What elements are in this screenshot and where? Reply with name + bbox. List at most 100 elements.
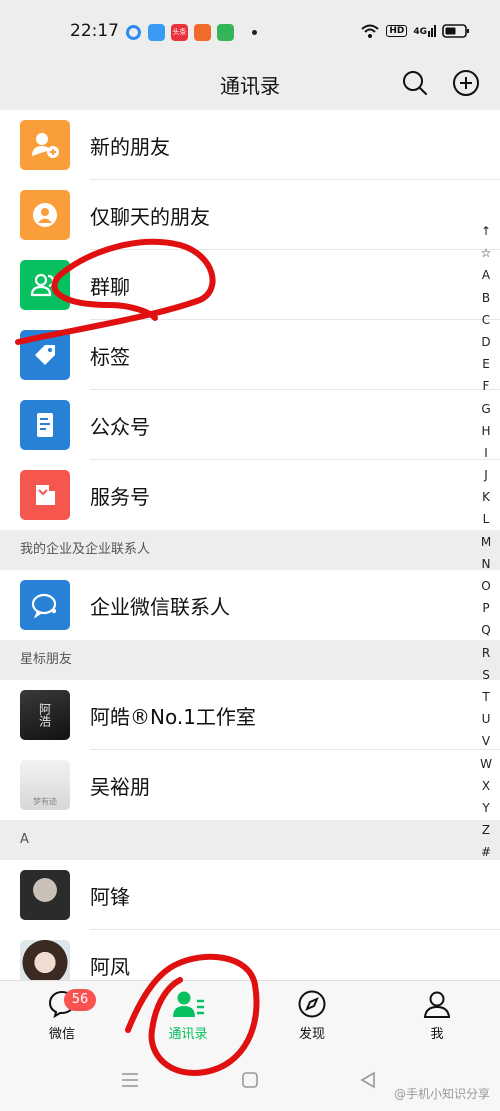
index-letter[interactable]: Z (482, 819, 490, 841)
index-letter[interactable]: ☆ (481, 242, 492, 264)
tab-discover[interactable]: 发现 (272, 989, 352, 1042)
index-letter[interactable]: J (484, 464, 488, 486)
index-letter[interactable]: O (481, 575, 490, 597)
contacts-icon (173, 991, 204, 1017)
back-icon[interactable] (358, 1070, 378, 1090)
index-letter[interactable]: H (481, 420, 490, 442)
index-letter[interactable]: X (482, 775, 490, 797)
service-account-icon (20, 470, 70, 520)
index-letter[interactable]: M (481, 531, 491, 553)
status-time: 22:17 (70, 21, 119, 41)
watermark: @手机小知识分享 (393, 1087, 490, 1101)
avatar (20, 940, 70, 980)
message-app-icon (217, 23, 234, 41)
notification-icons: 头条 (125, 22, 257, 42)
avatar-text: 梦有迹 (33, 797, 57, 806)
index-letter[interactable]: Y (482, 797, 489, 819)
alphabet-index[interactable]: ↑ ☆ A B C D E F G H I J K L M N O P Q R S T U V W X Y Z # (478, 220, 494, 863)
official-account-icon (20, 400, 70, 450)
index-letter[interactable]: B (482, 287, 490, 309)
chat-only-friends-label: 仅聊天的朋友 (90, 205, 210, 229)
index-letter[interactable]: P (482, 597, 489, 619)
compass-icon (298, 990, 326, 1018)
index-letter[interactable]: C (482, 309, 490, 331)
service-accounts-label: 服务号 (90, 485, 150, 509)
add-icon[interactable] (451, 68, 481, 98)
contact-row[interactable]: 阿凤 (0, 930, 500, 980)
tab-contacts[interactable]: 通讯录 (148, 989, 228, 1042)
index-letter[interactable]: L (483, 508, 490, 530)
tab-label: 微信 (48, 1027, 75, 1042)
index-letter[interactable]: A (482, 264, 490, 286)
index-letter[interactable]: K (482, 486, 490, 508)
tab-me[interactable]: 我 (397, 989, 477, 1042)
contact-list[interactable]: 新的朋友 仅聊天的朋友 群聊 标签 公众号 服务号 我的企业及企业联系人 企业微… (0, 110, 500, 980)
wecom-contacts-label: 企业微信联系人 (90, 595, 230, 619)
index-letter[interactable]: I (484, 442, 488, 464)
index-letter[interactable]: E (482, 353, 490, 375)
index-letter[interactable]: V (482, 730, 490, 752)
index-letter[interactable]: T (482, 686, 489, 708)
wecom-icon (20, 580, 70, 630)
avatar (20, 870, 70, 920)
chat-only-friends-item[interactable]: 仅聊天的朋友 (0, 180, 500, 250)
menu-icon[interactable] (120, 1070, 140, 1090)
contact-name: 阿皓®No.1工作室 (90, 705, 256, 729)
tags-label: 标签 (90, 345, 130, 369)
more-dot-icon (252, 29, 257, 35)
index-letter[interactable]: D (481, 331, 490, 353)
contact-name: 吴裕朋 (90, 775, 150, 799)
section-header-enterprise: 我的企业及企业联系人 (0, 530, 500, 570)
tab-label: 我 (430, 1027, 444, 1042)
index-letter[interactable]: N (482, 553, 491, 575)
contact-row[interactable]: 梦有迹 吴裕朋 (0, 750, 500, 820)
group-chats-item[interactable]: 群聊 (0, 250, 500, 320)
contact-name: 阿凤 (90, 955, 130, 979)
new-friends-item[interactable]: 新的朋友 (0, 110, 500, 180)
index-letter[interactable]: # (481, 841, 491, 863)
bottom-tab-bar: 56 微信 通讯录 发现 我 (0, 980, 500, 1050)
avatar: 阿浩 (20, 690, 70, 740)
unread-badge: 56 (64, 989, 96, 1011)
tags-item[interactable]: 标签 (0, 320, 500, 390)
tab-label: 发现 (298, 1027, 325, 1042)
group-chats-label: 群聊 (90, 275, 130, 299)
contact-row[interactable]: 阿浩 阿皓®No.1工作室 (0, 680, 500, 750)
tab-chats[interactable]: 56 微信 (22, 989, 102, 1042)
index-letter[interactable]: R (482, 642, 490, 664)
section-header-a: A (0, 820, 500, 860)
top-bar: 通讯录 (0, 60, 500, 110)
wifi-icon (361, 24, 379, 38)
status-right: HD 4G (360, 21, 470, 41)
official-accounts-item[interactable]: 公众号 (0, 390, 500, 460)
search-icon[interactable] (400, 68, 430, 98)
index-letter[interactable]: F (483, 375, 490, 397)
weather-app-icon (148, 23, 165, 41)
tag-icon (20, 330, 70, 380)
index-letter[interactable]: W (480, 753, 492, 775)
contact-name: 阿锋 (90, 885, 130, 909)
index-letter[interactable]: U (482, 708, 491, 730)
official-accounts-label: 公众号 (90, 415, 150, 439)
index-letter[interactable]: S (482, 664, 490, 686)
add-friend-icon (20, 120, 70, 170)
signal-icon: 4G (413, 25, 436, 37)
index-letter[interactable]: G (481, 398, 490, 420)
section-header-starred: 星标朋友 (0, 640, 500, 680)
index-letter[interactable]: Q (481, 619, 490, 641)
hd-icon: HD (386, 25, 408, 37)
avatar-text: 阿浩 (37, 703, 52, 727)
group-chat-icon (20, 260, 70, 310)
toutiao-app-icon: 头条 (171, 23, 188, 41)
service-accounts-item[interactable]: 服务号 (0, 460, 500, 530)
battery-icon (442, 24, 469, 38)
chat-only-icon (20, 190, 70, 240)
status-bar: 22:17 头条 HD 4G (0, 0, 500, 60)
wecom-contacts-item[interactable]: 企业微信联系人 (0, 570, 500, 640)
avatar: 梦有迹 (20, 760, 70, 810)
index-letter[interactable]: ↑ (481, 220, 491, 242)
home-icon[interactable] (240, 1070, 260, 1090)
game-app-icon (194, 23, 211, 41)
contact-row[interactable]: 阿锋 (0, 860, 500, 930)
tab-label: 通讯录 (168, 1027, 208, 1042)
